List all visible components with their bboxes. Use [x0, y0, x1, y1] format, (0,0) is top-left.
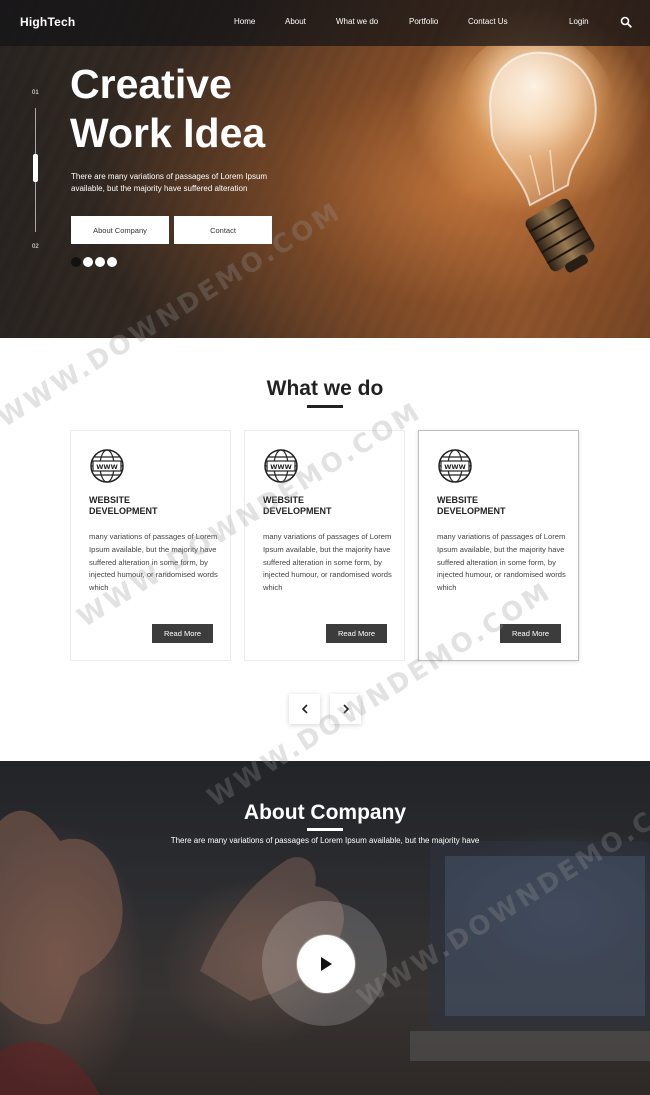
carousel-next-button[interactable] [330, 694, 361, 724]
nav-link-contact[interactable]: Contact Us [468, 17, 538, 26]
service-card-text: many variations of passages of Lorem Ips… [263, 532, 392, 593]
slider-dot-1[interactable] [71, 257, 81, 267]
what-we-do-underline [307, 405, 343, 408]
play-icon [321, 957, 332, 971]
about-title: About Company [243, 801, 407, 824]
service-card-title-line-1: WEBSITE [89, 495, 131, 505]
hero-title-line-2: Work Idea [70, 110, 266, 156]
read-more-button[interactable]: Read More [152, 624, 213, 643]
slider-dots [71, 257, 117, 267]
service-card-title: WEBSITE DEVELOPMENT [437, 495, 557, 517]
hero-title: Creative Work Idea [70, 60, 370, 158]
chevron-left-icon [301, 704, 308, 714]
service-card-3: WWW WEBSITE DEVELOPMENT many variations … [418, 430, 579, 661]
service-card-title: WEBSITE DEVELOPMENT [89, 495, 209, 517]
service-card-title: WEBSITE DEVELOPMENT [263, 495, 383, 517]
svg-text:WWW: WWW [96, 463, 118, 471]
service-card-title-line-1: WEBSITE [263, 495, 305, 505]
service-card-title-line-2: DEVELOPMENT [437, 506, 506, 516]
globe-www-icon: WWW [438, 449, 472, 483]
login-link[interactable]: Login [569, 17, 589, 26]
service-card-title-line-1: WEBSITE [437, 495, 479, 505]
service-card-text: many variations of passages of Lorem Ips… [437, 532, 566, 593]
nav-link-what-we-do[interactable]: What we do [336, 17, 409, 26]
globe-www-icon: WWW [264, 449, 298, 483]
read-more-button[interactable]: Read More [500, 624, 561, 643]
slider-dot-4[interactable] [107, 257, 117, 267]
hero-title-line-1: Creative [70, 61, 232, 107]
slider-dot-3[interactable] [95, 257, 105, 267]
about-company-button[interactable]: About Company [71, 216, 169, 244]
slider-dot-2[interactable] [83, 257, 93, 267]
nav-link-home[interactable]: Home [234, 17, 285, 26]
slide-progress-bar[interactable] [33, 154, 38, 182]
service-card-text: many variations of passages of Lorem Ips… [89, 532, 218, 593]
carousel-prev-button[interactable] [289, 694, 320, 724]
about-section: About Company There are many variations … [0, 761, 650, 1095]
about-underline [307, 828, 343, 831]
slide-indicator: 01 02 [32, 90, 42, 255]
globe-www-icon: WWW [90, 449, 124, 483]
nav-link-about[interactable]: About [285, 17, 336, 26]
svg-text:WWW: WWW [444, 463, 466, 471]
play-video-button[interactable] [297, 935, 355, 993]
slide-number-end: 02 [32, 244, 39, 250]
svg-text:WWW: WWW [270, 463, 292, 471]
what-we-do-title: What we do [266, 377, 384, 400]
slide-number-start: 01 [32, 90, 39, 96]
service-card-title-line-2: DEVELOPMENT [263, 506, 332, 516]
nav-link-portfolio[interactable]: Portfolio [409, 17, 468, 26]
about-subtitle: There are many variations of passages of… [170, 836, 480, 845]
service-card-title-line-2: DEVELOPMENT [89, 506, 158, 516]
read-more-button[interactable]: Read More [326, 624, 387, 643]
carousel-arrows [289, 694, 361, 724]
light-bulb-image [455, 45, 615, 273]
search-icon[interactable] [620, 16, 632, 28]
service-card-2: WWW WEBSITE DEVELOPMENT many variations … [244, 430, 405, 661]
top-navbar: HighTech Home About What we do Portfolio… [0, 0, 650, 46]
service-card-1: WWW WEBSITE DEVELOPMENT many variations … [70, 430, 231, 661]
nav-links: Home About What we do Portfolio Contact … [234, 17, 538, 26]
logo[interactable]: HighTech [20, 15, 75, 29]
hero-subtitle: There are many variations of passages of… [71, 172, 268, 193]
hero-section: HighTech Home About What we do Portfolio… [0, 0, 650, 338]
contact-button[interactable]: Contact [174, 216, 272, 244]
chevron-right-icon [342, 704, 349, 714]
